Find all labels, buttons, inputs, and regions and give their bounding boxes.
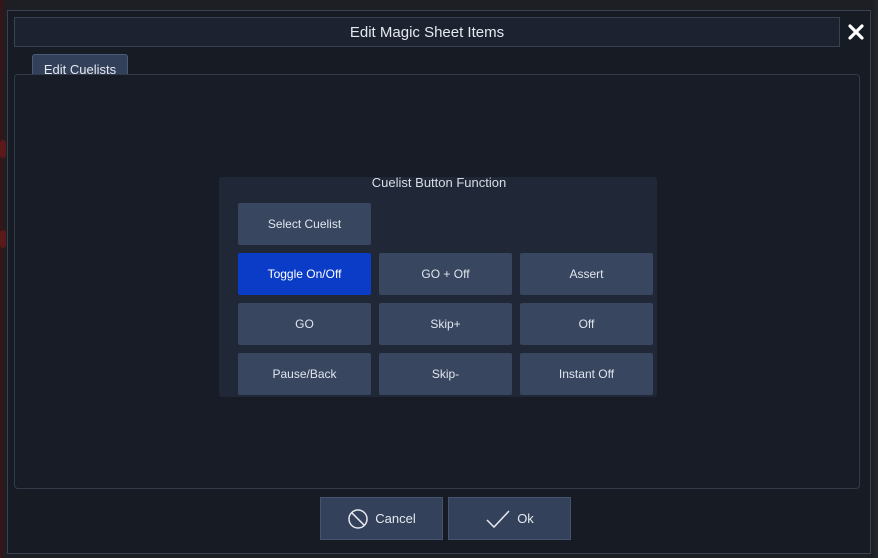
cancel-label: Cancel bbox=[375, 511, 416, 526]
toggle-on-off-button[interactable]: Toggle On/Off bbox=[238, 253, 371, 295]
dialog-titlebar: Edit Magic Sheet Items bbox=[14, 17, 840, 47]
background-marker bbox=[0, 140, 6, 158]
cancel-circle-icon bbox=[348, 508, 369, 529]
ok-label: Ok bbox=[517, 511, 534, 526]
assert-button[interactable]: Assert bbox=[520, 253, 653, 295]
close-button[interactable] bbox=[844, 17, 868, 47]
go-button[interactable]: GO bbox=[238, 303, 371, 345]
background-marker bbox=[0, 230, 6, 248]
dialog-title: Edit Magic Sheet Items bbox=[349, 23, 505, 41]
go-plus-off-button[interactable]: GO + Off bbox=[379, 253, 512, 295]
pause-back-button[interactable]: Pause/Back bbox=[238, 353, 371, 395]
select-cuelist-button[interactable]: Select Cuelist bbox=[238, 203, 371, 245]
off-button[interactable]: Off bbox=[520, 303, 653, 345]
cancel-button[interactable]: Cancel bbox=[320, 497, 443, 540]
close-icon bbox=[848, 24, 864, 40]
instant-off-button[interactable]: Instant Off bbox=[520, 353, 653, 395]
checkmark-icon bbox=[486, 509, 510, 528]
skip-plus-button[interactable]: Skip+ bbox=[379, 303, 512, 345]
ok-button[interactable]: Ok bbox=[448, 497, 571, 540]
group-title: Cuelist Button Function bbox=[371, 175, 507, 190]
skip-minus-button[interactable]: Skip- bbox=[379, 353, 512, 395]
